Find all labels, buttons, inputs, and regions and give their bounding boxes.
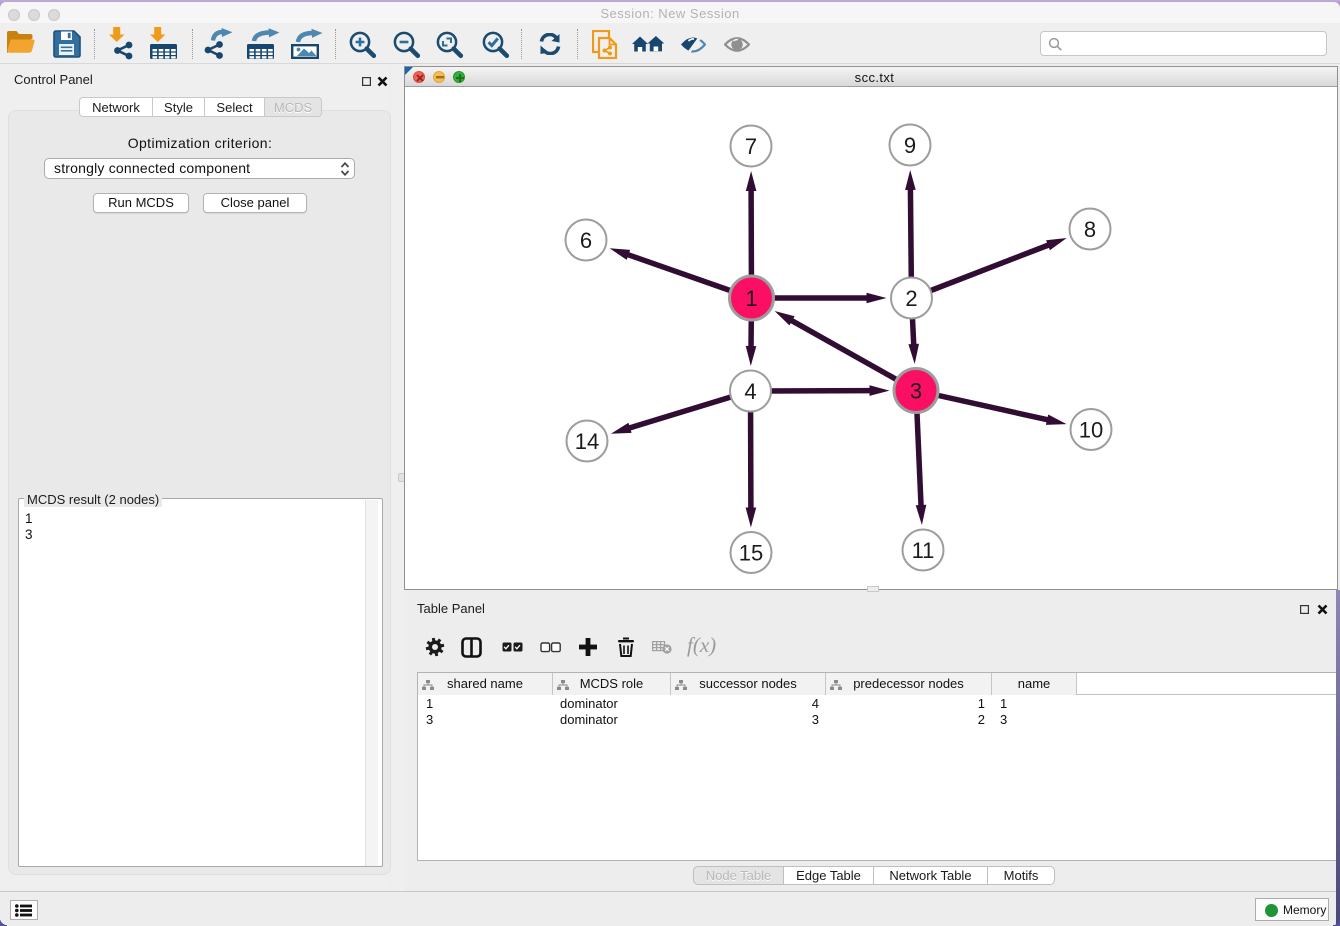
svg-text:9: 9 [904,133,916,158]
svg-text:6: 6 [580,228,592,253]
svg-text:11: 11 [912,538,935,563]
svg-text:3: 3 [910,378,922,403]
svg-text:15: 15 [739,540,763,565]
svg-text:7: 7 [745,134,757,159]
svg-text:4: 4 [744,379,756,404]
svg-text:8: 8 [1084,217,1096,242]
svg-text:2: 2 [905,286,917,311]
svg-text:10: 10 [1079,417,1103,442]
svg-text:14: 14 [575,429,599,454]
svg-text:1: 1 [745,286,757,311]
